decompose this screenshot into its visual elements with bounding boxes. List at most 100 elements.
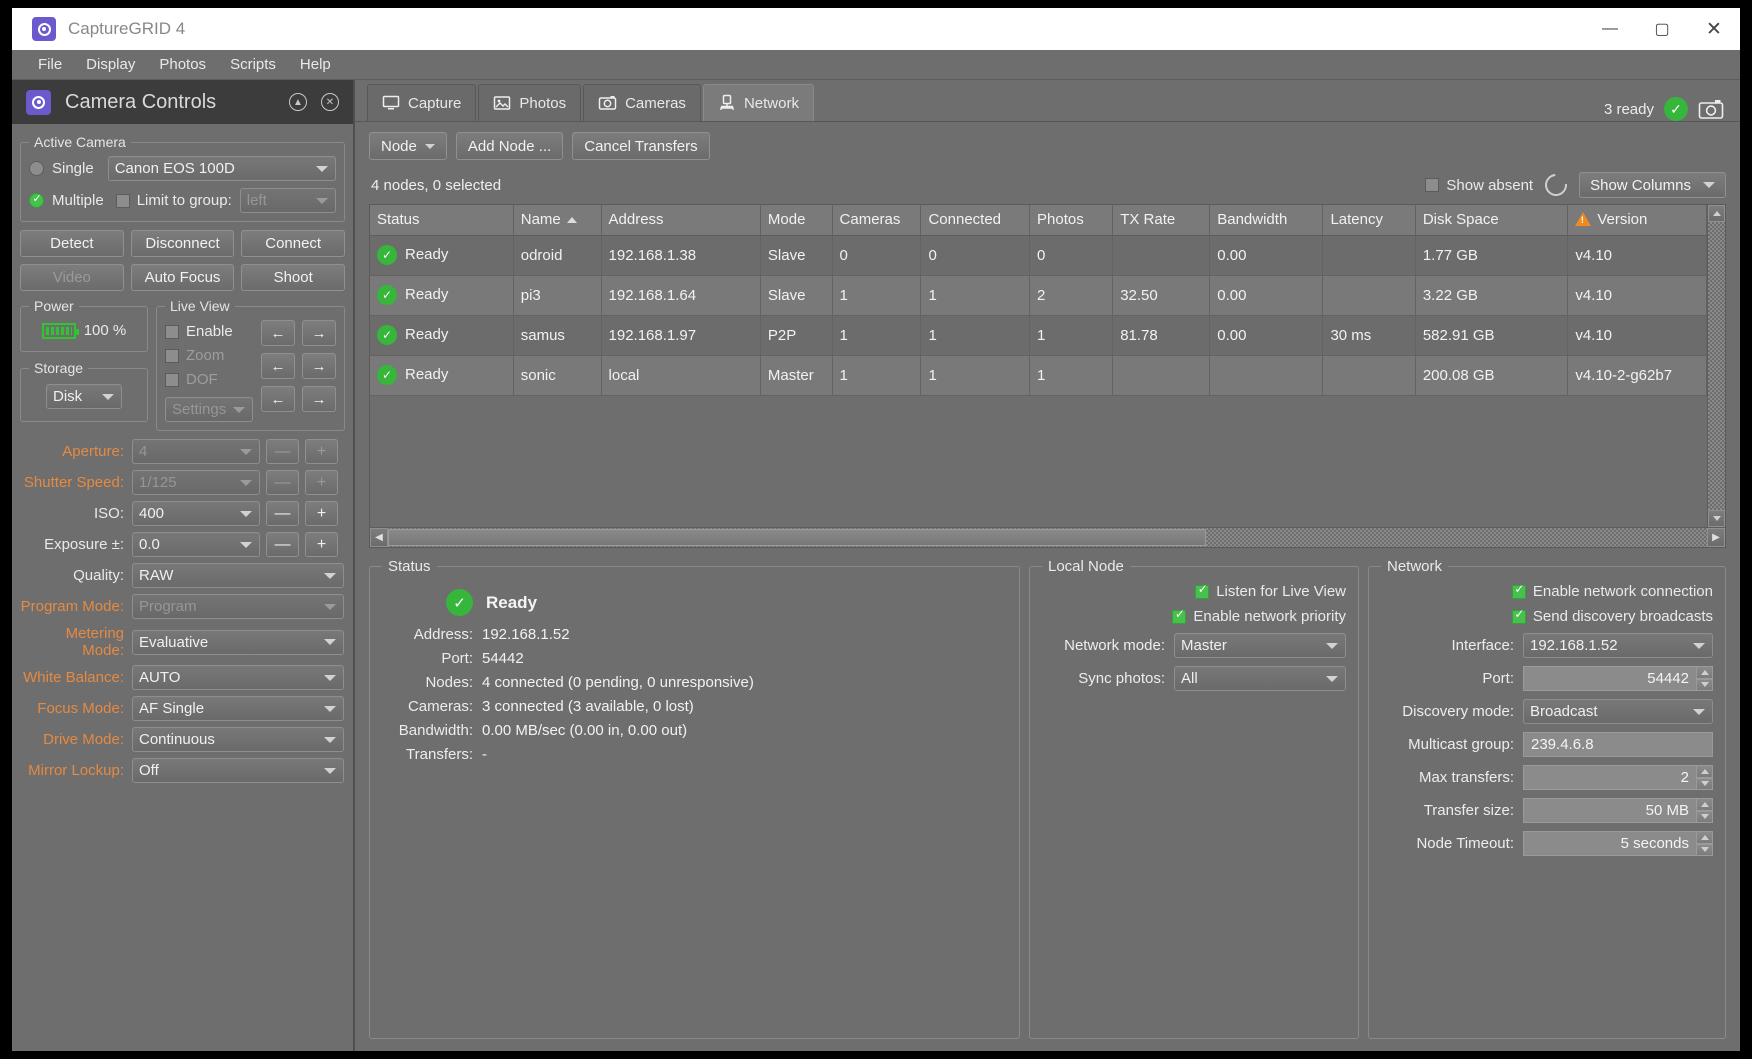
- live-view-right-1[interactable]: →: [302, 320, 336, 346]
- detect-button[interactable]: Detect: [20, 230, 124, 257]
- discovery-mode-select[interactable]: Broadcast: [1523, 699, 1713, 724]
- close-button[interactable]: ✕: [1688, 8, 1740, 50]
- exposure-increment[interactable]: +: [305, 532, 338, 557]
- column-version[interactable]: Version: [1568, 205, 1707, 235]
- node-timeout-increment[interactable]: [1696, 831, 1713, 844]
- column-cameras[interactable]: Cameras: [832, 205, 921, 235]
- scroll-right-arrow-icon[interactable]: ▶: [1707, 528, 1725, 547]
- metering-mode-select[interactable]: Evaluative: [132, 630, 344, 655]
- mirror-lockup-select[interactable]: Off: [132, 758, 344, 783]
- active-camera-select[interactable]: Canon EOS 100D: [108, 156, 336, 181]
- live-view-right-3[interactable]: →: [302, 386, 336, 412]
- port-stepper[interactable]: 54442: [1523, 666, 1713, 691]
- menu-item-file[interactable]: File: [26, 50, 74, 80]
- scroll-down-arrow-icon[interactable]: [1708, 510, 1725, 527]
- live-view-left-1[interactable]: ←: [261, 320, 295, 346]
- table-vertical-scrollbar[interactable]: [1707, 205, 1725, 527]
- menu-item-scripts[interactable]: Scripts: [218, 50, 288, 80]
- node-timeout-value[interactable]: 5 seconds: [1523, 831, 1696, 856]
- live-view-left-3[interactable]: ←: [261, 386, 295, 412]
- column-latency[interactable]: Latency: [1323, 205, 1415, 235]
- column-disk-space[interactable]: Disk Space: [1415, 205, 1567, 235]
- exposure-decrement[interactable]: —: [266, 532, 299, 557]
- column-tx-rate[interactable]: TX Rate: [1113, 205, 1210, 235]
- max-transfers-stepper[interactable]: 2: [1523, 765, 1713, 790]
- iso-increment[interactable]: +: [305, 501, 338, 526]
- focus-mode-select[interactable]: AF Single: [132, 696, 344, 721]
- add-node-button[interactable]: Add Node ...: [456, 132, 563, 160]
- enable-network-priority-checkbox[interactable]: [1172, 610, 1186, 624]
- show-absent-checkbox[interactable]: [1425, 178, 1439, 192]
- tab-capture[interactable]: Capture: [367, 84, 476, 121]
- tab-cameras[interactable]: Cameras: [583, 84, 701, 121]
- tab-photos[interactable]: Photos: [478, 84, 581, 121]
- vertical-scroll-track[interactable]: [1708, 222, 1725, 510]
- table-row[interactable]: ✓Ready pi3 192.168.1.64 Slave 1 1 2 32.5…: [370, 275, 1707, 315]
- menu-item-photos[interactable]: Photos: [147, 50, 218, 80]
- disconnect-button[interactable]: Disconnect: [131, 230, 235, 257]
- transfer-size-stepper[interactable]: 50 MB: [1523, 798, 1713, 823]
- column-address[interactable]: Address: [601, 205, 760, 235]
- max-transfers-increment[interactable]: [1696, 765, 1713, 778]
- multiple-radio[interactable]: [29, 193, 44, 208]
- horizontal-scroll-thumb[interactable]: [388, 529, 1206, 546]
- video-button[interactable]: Video: [20, 264, 124, 291]
- quality-select[interactable]: RAW: [132, 563, 344, 588]
- live-view-zoom-checkbox[interactable]: [165, 349, 179, 363]
- column-name[interactable]: Name: [513, 205, 601, 235]
- column-connected[interactable]: Connected: [921, 205, 1030, 235]
- collapse-icon[interactable]: ▲: [289, 93, 307, 111]
- drive-mode-select[interactable]: Continuous: [132, 727, 344, 752]
- column-bandwidth[interactable]: Bandwidth: [1210, 205, 1323, 235]
- max-transfers-decrement[interactable]: [1696, 778, 1713, 791]
- node-menu-button[interactable]: Node: [369, 132, 447, 160]
- limit-to-group-checkbox[interactable]: [116, 194, 130, 208]
- column-photos[interactable]: Photos: [1030, 205, 1113, 235]
- scroll-left-arrow-icon[interactable]: ◀: [370, 528, 388, 547]
- menu-item-display[interactable]: Display: [74, 50, 147, 80]
- table-row[interactable]: ✓Ready samus 192.168.1.97 P2P 1 1 1 81.7…: [370, 315, 1707, 355]
- camera-status-icon[interactable]: [1698, 98, 1724, 120]
- port-decrement[interactable]: [1696, 679, 1713, 692]
- white-balance-select[interactable]: AUTO: [132, 665, 344, 690]
- group-select[interactable]: left: [240, 188, 336, 213]
- show-columns-button[interactable]: Show Columns: [1579, 172, 1726, 198]
- program-mode-select[interactable]: Program: [132, 594, 344, 619]
- enable-network-connection-checkbox[interactable]: [1512, 585, 1526, 599]
- tab-network[interactable]: Network: [703, 84, 814, 121]
- single-radio[interactable]: [29, 161, 44, 176]
- port-value[interactable]: 54442: [1523, 666, 1696, 691]
- shutter-speed-decrement[interactable]: —: [266, 470, 299, 495]
- node-timeout-decrement[interactable]: [1696, 844, 1713, 857]
- live-view-enable-checkbox[interactable]: [165, 325, 179, 339]
- send-discovery-broadcasts-checkbox[interactable]: [1512, 610, 1526, 624]
- port-increment[interactable]: [1696, 666, 1713, 679]
- column-status[interactable]: Status: [370, 205, 513, 235]
- table-row[interactable]: ✓Ready odroid 192.168.1.38 Slave 0 0 0 0…: [370, 235, 1707, 275]
- close-panel-icon[interactable]: ✕: [321, 93, 339, 111]
- maximize-button[interactable]: ▢: [1636, 8, 1688, 50]
- multicast-group-value[interactable]: 239.4.6.8: [1523, 732, 1713, 757]
- aperture-select[interactable]: 4: [132, 439, 260, 464]
- exposure-select[interactable]: 0.0: [132, 532, 260, 557]
- column-mode[interactable]: Mode: [760, 205, 832, 235]
- transfer-size-decrement[interactable]: [1696, 811, 1713, 824]
- aperture-decrement[interactable]: —: [266, 439, 299, 464]
- refresh-icon[interactable]: [1541, 170, 1572, 201]
- shutter-speed-select[interactable]: 1/125: [132, 470, 260, 495]
- minimize-button[interactable]: —: [1584, 8, 1636, 50]
- live-view-settings-select[interactable]: Settings: [165, 397, 253, 422]
- aperture-increment[interactable]: +: [305, 439, 338, 464]
- cancel-transfers-button[interactable]: Cancel Transfers: [572, 132, 709, 160]
- table-horizontal-scrollbar[interactable]: ◀ ▶: [370, 527, 1725, 547]
- node-timeout-stepper[interactable]: 5 seconds: [1523, 831, 1713, 856]
- storage-select[interactable]: Disk: [46, 384, 122, 409]
- iso-decrement[interactable]: —: [266, 501, 299, 526]
- auto-focus-button[interactable]: Auto Focus: [131, 264, 235, 291]
- interface-select[interactable]: 192.168.1.52: [1523, 633, 1713, 658]
- menu-item-help[interactable]: Help: [288, 50, 343, 80]
- shutter-speed-increment[interactable]: +: [305, 470, 338, 495]
- sync-photos-select[interactable]: All: [1174, 666, 1346, 691]
- live-view-dof-checkbox[interactable]: [165, 373, 179, 387]
- connect-button[interactable]: Connect: [241, 230, 345, 257]
